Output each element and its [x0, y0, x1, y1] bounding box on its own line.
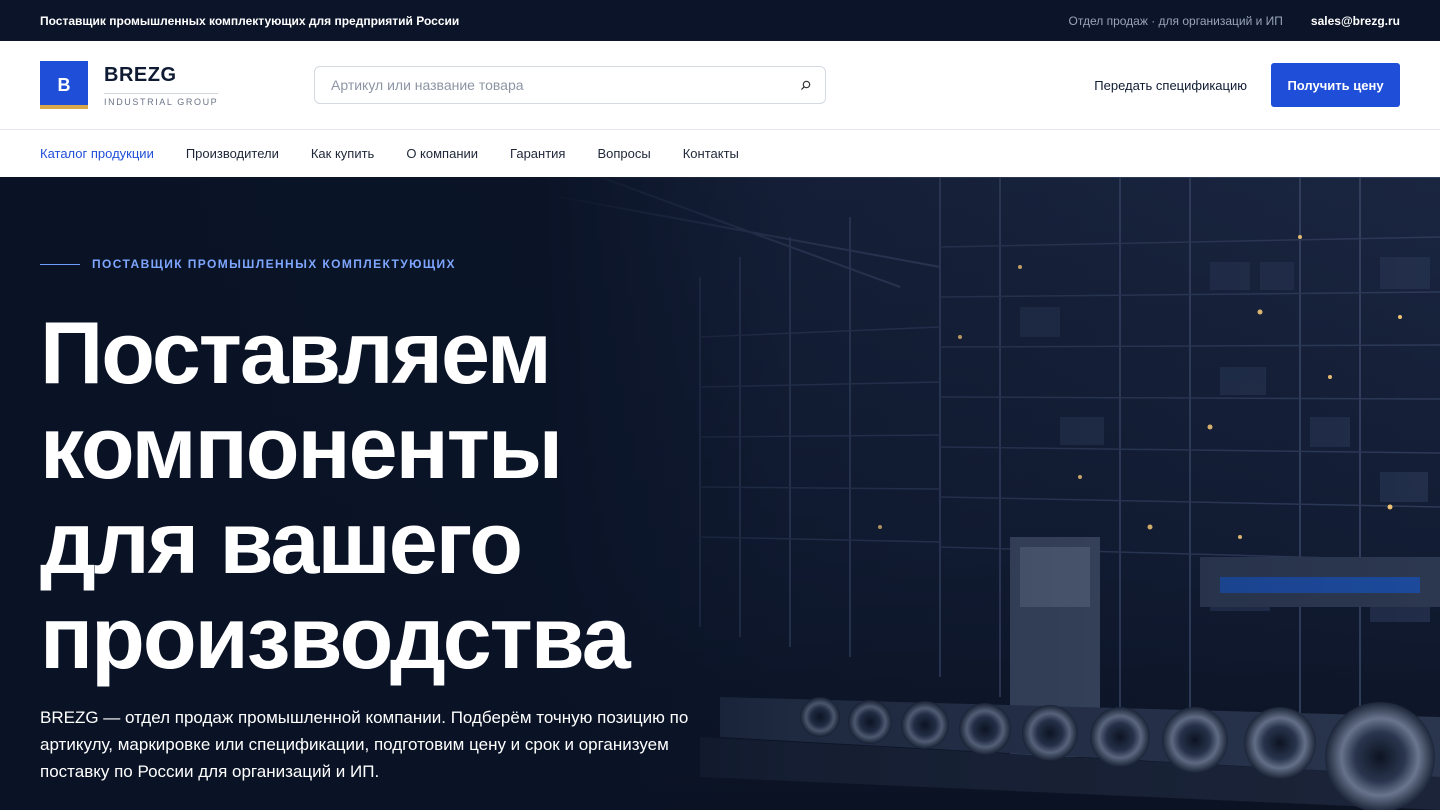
- sales-note: Отдел продаж · для организаций и ИП: [1068, 13, 1283, 28]
- eyebrow-line: [40, 263, 80, 265]
- get-price-button[interactable]: Получить цену: [1271, 63, 1400, 107]
- nav-item-warranty[interactable]: Гарантия: [510, 146, 565, 161]
- hero-headline: Поставляем компоненты для вашего произво…: [40, 305, 740, 685]
- logo-subtitle: INDUSTRIAL GROUP: [104, 92, 219, 107]
- hero-eyebrow: ПОСТАВЩИК ПРОМЫШЛЕННЫХ КОМПЛЕКТУЮЩИХ: [40, 257, 456, 271]
- sales-email-link[interactable]: sales@brezg.ru: [1311, 14, 1400, 28]
- headline-line-1: Поставляем: [40, 303, 552, 402]
- headline-line-4: производства: [40, 588, 631, 687]
- topbar-contacts: Отдел продаж · для организаций и ИП sale…: [1069, 14, 1400, 28]
- topbar-tagline: Поставщик промышленных комплектующих для…: [40, 13, 460, 28]
- main-nav: Каталог продукции Производители Как купи…: [0, 130, 1440, 177]
- logo-mark: B: [40, 61, 88, 109]
- logo-letter: B: [57, 74, 71, 95]
- send-specification-link[interactable]: Передать спецификацию: [1094, 78, 1247, 93]
- headline-line-3: для вашего: [40, 493, 523, 592]
- site-header: B BREZG INDUSTRIAL GROUP Передать специф…: [0, 41, 1440, 130]
- search-icon[interactable]: [799, 78, 813, 92]
- nav-item-catalog[interactable]: Каталог продукции: [40, 146, 154, 161]
- search-box: [314, 66, 826, 104]
- nav-item-contacts[interactable]: Контакты: [683, 146, 739, 161]
- header-actions: Передать спецификацию Получить цену: [1094, 63, 1400, 107]
- logo-text: BREZG INDUSTRIAL GROUP: [104, 63, 219, 107]
- nav-item-how-to-buy[interactable]: Как купить: [311, 146, 374, 161]
- top-info-bar: Поставщик промышленных комплектующих для…: [0, 0, 1440, 41]
- nav-item-faq[interactable]: Вопросы: [597, 146, 650, 161]
- hero-lead-text: BREZG — отдел продаж промышленной компан…: [40, 708, 689, 781]
- logo[interactable]: B BREZG INDUSTRIAL GROUP: [40, 61, 314, 109]
- logo-name: BREZG: [104, 63, 177, 86]
- nav-item-manufacturers[interactable]: Производители: [186, 146, 279, 161]
- search-input[interactable]: [331, 77, 799, 93]
- eyebrow-text: ПОСТАВЩИК ПРОМЫШЛЕННЫХ КОМПЛЕКТУЮЩИХ: [92, 257, 456, 271]
- nav-item-about[interactable]: О компании: [406, 146, 478, 161]
- hero-section: ПОСТАВЩИК ПРОМЫШЛЕННЫХ КОМПЛЕКТУЮЩИХ Пос…: [0, 177, 1440, 810]
- headline-line-2: компоненты: [40, 398, 563, 497]
